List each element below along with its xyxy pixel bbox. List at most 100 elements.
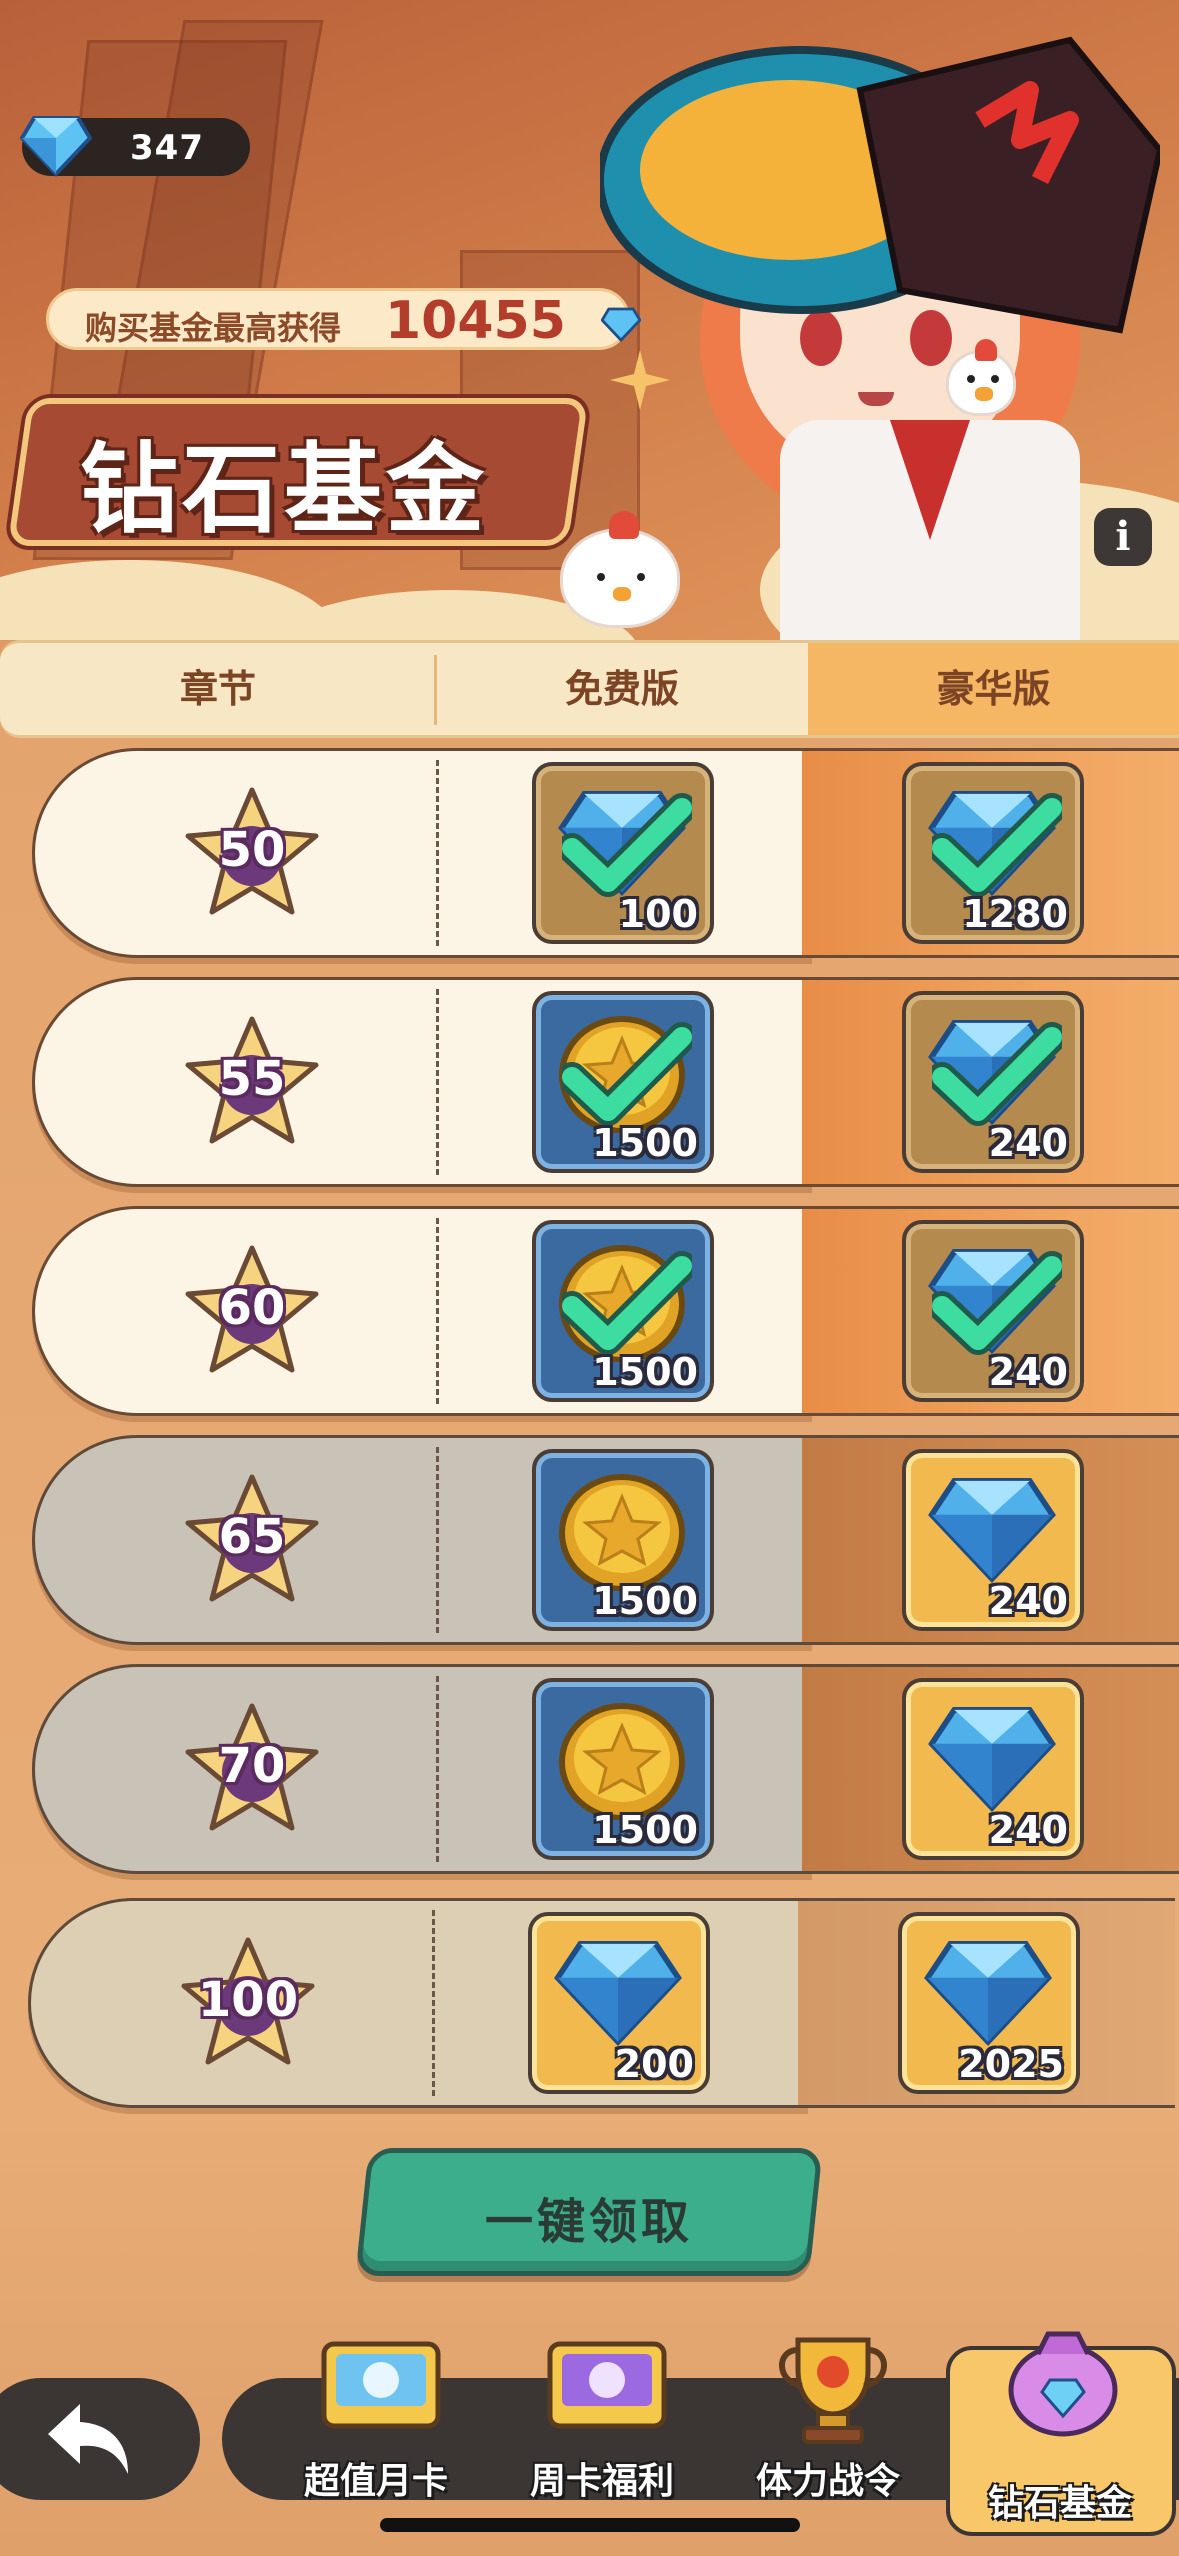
chapter-star: 50 — [182, 784, 322, 924]
free-reward-item[interactable]: 1500 — [532, 1449, 714, 1631]
nav-weekly-card-label: 周卡福利 — [529, 2461, 674, 2502]
back-arrow-icon — [48, 2404, 128, 2474]
trophy-icon — [779, 2337, 887, 2444]
chapter-number: 60 — [218, 1280, 286, 1336]
page-title: 钻石基金 — [80, 433, 489, 547]
witch-hat-icon — [600, 36, 1160, 334]
chapter-number: 65 — [218, 1509, 286, 1565]
deluxe-reward-amount: 240 — [988, 1808, 1068, 1852]
checkmark-icon — [932, 793, 1062, 897]
free-reward-item[interactable]: 1500 — [532, 1678, 714, 1860]
chapter-star: 60 — [182, 1242, 322, 1382]
free-reward-item[interactable]: 1500 — [532, 1220, 714, 1402]
weekly-card-icon — [547, 2341, 667, 2429]
deluxe-reward-item[interactable]: 2025 — [898, 1912, 1080, 2094]
reward-row: 60 1500 240 — [32, 1206, 1179, 1416]
diamond-icon — [928, 1707, 1056, 1813]
info-button[interactable]: i — [1094, 508, 1152, 566]
diamond-icon — [924, 1941, 1052, 2047]
sparkle-icon — [610, 350, 670, 410]
nav-monthly-card-label: 超值月卡 — [303, 2461, 448, 2502]
column-divider — [436, 1447, 439, 1633]
checkmark-icon — [562, 1251, 692, 1355]
character-body — [780, 420, 1080, 640]
nav-stamina-pass-label: 体力战令 — [755, 2461, 900, 2502]
checkmark-icon — [562, 1022, 692, 1126]
deluxe-reward-amount: 2025 — [958, 2042, 1064, 2086]
column-deluxe: 豪华版 — [808, 643, 1179, 735]
nav-diamond-fund-label: 钻石基金 — [987, 2483, 1132, 2524]
max-reward-label: 购买基金最高获得 — [85, 309, 342, 347]
deluxe-reward-amount: 1280 — [962, 892, 1068, 936]
deluxe-reward-item[interactable]: 240 — [902, 1449, 1084, 1631]
checkmark-icon — [932, 1251, 1062, 1355]
chick-mascot-icon — [946, 339, 1016, 416]
free-reward-amount: 100 — [618, 892, 698, 936]
deluxe-reward-item[interactable]: 240 — [902, 1678, 1084, 1860]
gold-coin-icon — [559, 1703, 685, 1821]
chick-mascot-icon — [560, 511, 680, 628]
free-reward-amount: 1500 — [592, 1808, 698, 1852]
deluxe-reward-item[interactable]: 240 — [902, 1220, 1084, 1402]
chapter-number: 100 — [197, 1972, 299, 2028]
nav-stamina-pass[interactable]: 体力战令 — [718, 2330, 938, 2510]
column-free: 免费版 — [564, 667, 679, 711]
free-reward-item[interactable]: 1500 — [532, 991, 714, 1173]
column-chapter: 章节 — [179, 667, 256, 711]
reward-icon — [556, 1471, 688, 1595]
reward-row: 50 100 1280 — [32, 748, 1179, 958]
reward-icon — [556, 1700, 688, 1824]
deluxe-reward-item[interactable]: 1280 — [902, 762, 1084, 944]
free-reward-amount: 1500 — [592, 1579, 698, 1623]
column-divider — [436, 989, 439, 1175]
deluxe-reward-item[interactable]: 240 — [902, 991, 1084, 1173]
claim-all-label[interactable]: 一键领取 — [362, 2182, 816, 2252]
chapter-number: 50 — [218, 822, 286, 878]
reward-row: 65 1500 240 — [32, 1435, 1179, 1645]
diamond-icon — [601, 307, 641, 343]
chapter-number: 55 — [218, 1051, 286, 1107]
column-header: 章节 免费版 豪华版 — [0, 640, 1179, 738]
max-reward-value: 10455 — [385, 291, 566, 351]
chapter-star: 100 — [178, 1934, 318, 2074]
checkmark-icon — [562, 793, 692, 897]
diamond-bag-icon — [1008, 2331, 1118, 2437]
header-banner-art: 347 购买基金最高获得 10455 钻石基金 i — [0, 0, 1179, 640]
checkmark-icon — [932, 1022, 1062, 1126]
chapter-star: 55 — [182, 1013, 322, 1153]
monthly-card-icon — [321, 2341, 441, 2429]
deluxe-reward-amount: 240 — [988, 1350, 1068, 1394]
column-divider — [436, 760, 439, 946]
column-divider — [436, 1218, 439, 1404]
diamond-icon — [20, 116, 92, 177]
diamond-balance: 347 — [20, 116, 250, 177]
reward-icon — [922, 1934, 1054, 2052]
nav-weekly-card[interactable]: 周卡福利 — [492, 2330, 712, 2510]
deluxe-reward-amount: 240 — [988, 1579, 1068, 1623]
diamond-fund-screen: 347 购买基金最高获得 10455 钻石基金 i 章节 免费版 豪华版 50 … — [0, 0, 1179, 2556]
reward-row: 55 1500 240 — [32, 977, 1179, 1187]
nav-monthly-card[interactable]: 超值月卡 — [266, 2330, 486, 2510]
reward-row: 100 200 2025 — [28, 1898, 1175, 2108]
free-reward-item[interactable]: 200 — [528, 1912, 710, 2094]
reward-icon — [926, 1700, 1058, 1818]
back-button[interactable] — [0, 2378, 200, 2500]
chapter-star: 65 — [182, 1471, 322, 1611]
diamond-icon — [554, 1941, 682, 2047]
diamond-balance-amount: 347 — [130, 128, 204, 168]
home-indicator — [380, 2518, 800, 2532]
gold-coin-icon — [559, 1474, 685, 1592]
free-reward-amount: 1500 — [592, 1121, 698, 1165]
column-divider — [432, 1910, 435, 2096]
chapter-star: 70 — [182, 1700, 322, 1840]
reward-row: 70 1500 240 — [32, 1664, 1179, 1874]
column-divider — [436, 1676, 439, 1862]
chapter-number: 70 — [218, 1738, 286, 1794]
diamond-icon — [928, 1478, 1056, 1584]
max-reward-banner: 购买基金最高获得 10455 — [46, 288, 641, 351]
free-reward-item[interactable]: 100 — [532, 762, 714, 944]
reward-icon — [926, 1471, 1058, 1589]
reward-icon — [552, 1934, 684, 2052]
free-reward-amount: 200 — [614, 2042, 694, 2086]
nav-diamond-fund[interactable]: 钻石基金 — [946, 2331, 1176, 2536]
